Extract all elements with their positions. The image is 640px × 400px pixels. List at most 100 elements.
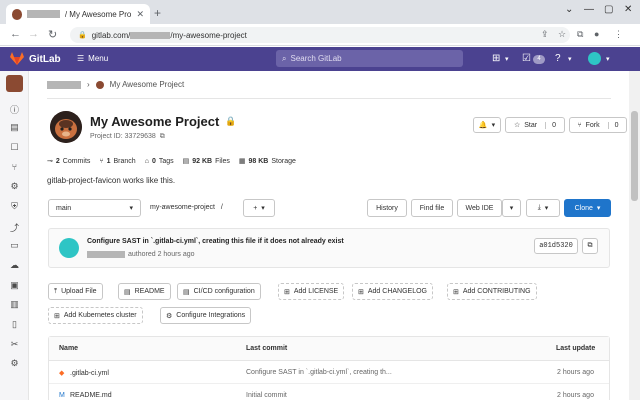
find-file-button[interactable]: Find file	[411, 199, 453, 217]
chevron-down-icon[interactable]: ▾	[568, 55, 572, 63]
files-label: Files	[215, 157, 230, 165]
wiki-icon[interactable]: ▯	[8, 319, 21, 330]
copy-icon[interactable]: ⧉	[160, 133, 165, 141]
branches-stat[interactable]: ⑂ 1 Branch	[99, 158, 135, 165]
readme-button[interactable]: ▤ README	[118, 283, 171, 300]
tab-close-icon[interactable]: ✕	[136, 9, 144, 20]
gitlab-logo-icon[interactable]	[10, 52, 24, 65]
redacted-text[interactable]	[47, 80, 81, 89]
monitor-icon[interactable]: ▭	[8, 240, 21, 251]
browser-tab[interactable]: / My Awesome Project ✕	[6, 4, 150, 24]
project-title: My Awesome Project 🔒	[90, 114, 237, 129]
file-last-commit[interactable]: Configure SAST in `.gitlab-ci.yml`, crea…	[246, 369, 392, 376]
scrollbar-thumb[interactable]	[631, 111, 638, 201]
chevron-down-icon[interactable]: ⌄	[565, 4, 573, 15]
analytics-icon[interactable]: ▥	[8, 299, 21, 310]
url-text: gitlab.com/ /my-awesome-project	[92, 31, 247, 40]
storage-stat[interactable]: ▦ 98 KB Storage	[239, 157, 296, 166]
commits-stat[interactable]: ⊸ 2 Commits	[47, 157, 91, 166]
infrastructure-icon[interactable]: ☁	[8, 260, 21, 271]
project-avatar-image-icon	[50, 111, 82, 143]
star-button[interactable]: ☆ Star 0	[505, 117, 565, 133]
chevron-down-icon[interactable]: ▾	[505, 55, 509, 63]
fork-button[interactable]: ⑂ Fork 0	[569, 117, 627, 133]
kebab-menu-icon[interactable]: ⋮	[614, 29, 623, 40]
merge-request-icon[interactable]: ⑂	[8, 162, 21, 172]
add-contributing-button[interactable]: ⊞ Add CONTRIBUTING	[447, 283, 537, 300]
redacted-text[interactable]	[87, 251, 125, 258]
issues-icon[interactable]: ☐	[8, 142, 21, 153]
repo-path-name[interactable]: my-awesome-project	[150, 204, 215, 211]
forward-icon[interactable]: →	[28, 28, 39, 40]
branch-icon: ⑂	[99, 157, 104, 165]
deployments-icon[interactable]: ⤴	[8, 221, 21, 234]
add-changelog-button[interactable]: ⊞ Add CHANGELOG	[352, 283, 434, 300]
commits-label: Commits	[62, 157, 91, 165]
upload-file-button[interactable]: ⤒ Upload File	[48, 283, 103, 300]
project-stats: ⊸ 2 Commits ⑂ 1 Branch ⌂ 0 Tags ▤ 92 KB Files ▦ 9…	[47, 157, 296, 166]
files-stat[interactable]: ▤ 92 KB Files	[183, 157, 230, 166]
table-row[interactable]: ◆ .gitlab-ci.yml Configure SAST in `.gitl…	[49, 361, 609, 384]
file-name-cell[interactable]: M README.md	[59, 392, 112, 399]
commit-sha[interactable]: a01d5320	[534, 238, 578, 254]
commit-message[interactable]: Configure SAST in `.gitlab-ci.yml`, crea…	[87, 238, 344, 245]
download-button[interactable]: ⤓ ▾	[526, 199, 560, 217]
configure-integrations-button[interactable]: ⚙ Configure Integrations	[160, 307, 252, 324]
project-avatar-large	[50, 111, 82, 143]
plus-icon: ⊞	[358, 288, 364, 296]
gitlab-brand[interactable]: GitLab	[29, 54, 61, 65]
snippets-icon[interactable]: ✂	[8, 339, 21, 350]
file-last-commit[interactable]: Initial commit	[246, 392, 287, 399]
cicd-icon[interactable]: ⚙	[8, 181, 21, 192]
add-kubernetes-cluster-button[interactable]: ⊞ Add Kubernetes cluster	[48, 307, 143, 324]
create-new-icon[interactable]: ⊞	[492, 53, 500, 64]
add-changelog-label: Add CHANGELOG	[367, 288, 428, 295]
page-scrollbar[interactable]	[629, 71, 640, 400]
table-header: Name Last commit Last update	[49, 337, 609, 361]
project-info-icon[interactable]: ⓘ	[8, 103, 21, 116]
file-name-cell[interactable]: ◆ .gitlab-ci.yml	[59, 369, 109, 377]
hamburger-icon: ☰	[77, 54, 85, 63]
new-tab-icon[interactable]: +	[154, 6, 161, 20]
settings-icon[interactable]: ⚙	[8, 358, 21, 369]
share-icon[interactable]: ⇪	[541, 29, 549, 40]
cicd-configuration-button[interactable]: ▤ CI/CD configuration	[177, 283, 261, 300]
security-icon[interactable]: ⛨	[8, 201, 21, 212]
extensions-icon[interactable]: ⧉	[577, 29, 583, 40]
notifications-button[interactable]: 🔔 ▾	[473, 117, 501, 133]
browser-tab-strip: / My Awesome Project ✕ + ⌄ — ▢ ✕	[0, 0, 640, 24]
search-input[interactable]: ⌕ Search GitLab	[276, 50, 463, 67]
packages-icon[interactable]: ▣	[8, 280, 21, 291]
storage-label: Storage	[271, 157, 296, 165]
back-icon[interactable]: ←	[10, 28, 21, 40]
maximize-icon[interactable]: ▢	[604, 4, 613, 15]
menu-button[interactable]: ☰ Menu	[77, 54, 108, 63]
merge-requests-icon[interactable]: ☑	[522, 53, 531, 64]
chevron-down-icon[interactable]: ▾	[606, 55, 610, 63]
star-bookmark-icon[interactable]: ☆	[558, 29, 566, 40]
breadcrumb-project[interactable]: My Awesome Project	[110, 80, 185, 89]
user-avatar[interactable]	[588, 52, 601, 65]
profile-icon[interactable]: ●	[594, 29, 599, 39]
branch-selector[interactable]: main ▾	[48, 199, 141, 217]
project-avatar[interactable]	[6, 75, 23, 92]
web-ide-dropdown[interactable]: ▾	[502, 199, 521, 217]
cicd-configuration-label: CI/CD configuration	[193, 288, 255, 295]
commit-author-avatar[interactable]	[59, 238, 79, 258]
table-row[interactable]: M README.md Initial commit 2 hours ago	[49, 384, 609, 400]
copy-sha-icon[interactable]: ⧉	[582, 238, 598, 254]
url-suffix: /my-awesome-project	[170, 30, 247, 40]
reload-icon[interactable]: ↻	[48, 28, 57, 41]
add-license-button[interactable]: ⊞ Add LICENSE	[278, 283, 345, 300]
history-button[interactable]: History	[367, 199, 407, 217]
add-to-tree-button[interactable]: + ▾	[243, 199, 275, 217]
minimize-icon[interactable]: —	[584, 4, 594, 15]
help-icon[interactable]: ?	[555, 53, 561, 64]
window-close-icon[interactable]: ✕	[624, 4, 632, 15]
repository-icon[interactable]: ▤	[8, 122, 21, 133]
tags-stat[interactable]: ⌂ 0 Tags	[145, 158, 174, 165]
clone-button[interactable]: Clone ▾	[564, 199, 611, 217]
address-bar[interactable]: 🔒 gitlab.com/ /my-awesome-project	[70, 27, 570, 43]
plus-icon: ⊞	[453, 288, 459, 296]
web-ide-button[interactable]: Web IDE	[457, 199, 502, 217]
